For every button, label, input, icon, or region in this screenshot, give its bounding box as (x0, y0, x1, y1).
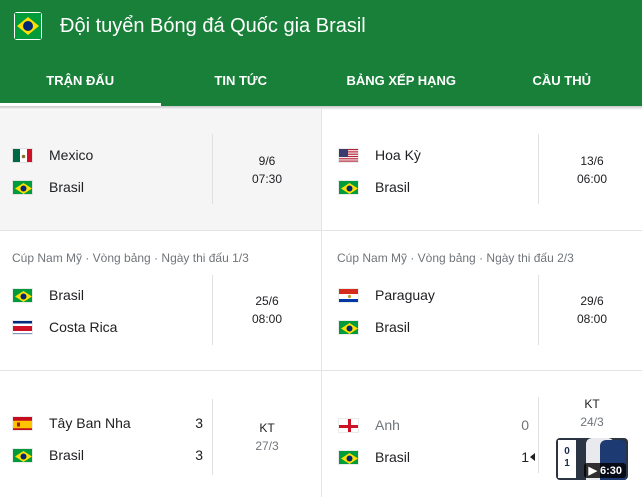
paraguay-flag-icon (338, 287, 359, 303)
team-name: Brasil (49, 287, 85, 303)
kickoff-time: 06:00 (576, 172, 608, 186)
team-name: Paraguay (375, 287, 435, 303)
match-time: 29/6 08:00 (552, 292, 632, 328)
away-team: Costa Rica (12, 316, 212, 338)
match-result: KT 24/3 (552, 395, 632, 431)
away-team: Brasil 3 (12, 444, 212, 466)
tab-news[interactable]: TIN TỨC (161, 58, 322, 106)
brazil-flag-icon (12, 179, 33, 195)
video-duration: ▶ 6:30 (584, 463, 626, 478)
brazil-flag-icon (338, 449, 359, 465)
home-team: Brasil (12, 284, 212, 306)
home-team: Mexico (12, 144, 212, 166)
mexico-flag-icon (12, 147, 33, 163)
team-score: 3 (195, 415, 203, 431)
brazil-flag-icon (12, 447, 33, 463)
column-divider (321, 108, 322, 497)
winner-arrow-icon (530, 453, 535, 461)
match-card[interactable]: Cúp Nam Mỹ · Vòng bảng · Ngày thi đấu 1/… (0, 231, 321, 370)
divider (212, 399, 213, 475)
tab-bar: TRẬN ĐẤU TIN TỨC BẢNG XẾP HẠNG CẦU THỦ (0, 58, 642, 106)
match-time: 13/6 06:00 (552, 152, 632, 188)
duration-label: 6:30 (599, 465, 622, 477)
tab-matches[interactable]: TRẬN ĐẤU (0, 58, 161, 106)
highlight-video-thumbnail[interactable]: 0 1 ▶ 6:30 (556, 438, 628, 480)
away-team: Brasil 1 (338, 446, 538, 468)
team-name: Brasil (375, 179, 411, 195)
match-card[interactable]: Cúp Nam Mỹ · Vòng bảng · Ngày thi đấu 2/… (322, 231, 642, 370)
team-score: 3 (195, 447, 203, 463)
divider (212, 275, 213, 345)
team-name: Mexico (49, 147, 94, 163)
brazil-flag-icon (338, 179, 359, 195)
team-name: Brasil (375, 319, 411, 335)
play-icon: ▶ (588, 465, 597, 477)
divider (538, 275, 539, 345)
kickoff-time: 07:30 (251, 172, 283, 186)
home-team: Hoa Kỳ (338, 144, 538, 166)
tab-standings[interactable]: BẢNG XẾP HẠNG (321, 58, 482, 106)
team-name: Brasil (49, 447, 85, 463)
match-card[interactable]: Hoa Kỳ Brasil 13/6 06:00 (322, 110, 642, 230)
kickoff-time: 08:00 (251, 312, 283, 326)
divider (538, 397, 539, 473)
scoreboard-home: 0 (564, 446, 570, 457)
match-status: KT (259, 421, 275, 435)
match-date: 13/6 (580, 154, 604, 168)
competition-label: Cúp Nam Mỹ · Vòng bảng · Ngày thi đấu 1/… (12, 251, 249, 265)
match-date: 27/3 (255, 439, 279, 453)
match-time: 9/6 07:30 (227, 152, 307, 188)
match-result: KT 27/3 (227, 419, 307, 455)
match-date: 29/6 (580, 294, 604, 308)
home-team: Paraguay (338, 284, 538, 306)
match-card[interactable]: Mexico Brasil 9/6 07:30 (0, 110, 321, 230)
home-team: Anh 0 (338, 414, 538, 436)
team-name: Costa Rica (49, 319, 118, 335)
away-team: Brasil (338, 316, 538, 338)
brazil-flag-icon (12, 287, 33, 303)
england-flag-icon (338, 417, 359, 433)
tab-players[interactable]: CẦU THỦ (482, 58, 642, 106)
match-date: 24/3 (580, 415, 604, 429)
team-score: 0 (521, 417, 529, 433)
video-scoreboard: 0 1 (558, 440, 576, 478)
away-team: Brasil (12, 176, 212, 198)
team-name: Hoa Kỳ (375, 147, 421, 163)
competition-label: Cúp Nam Mỹ · Vòng bảng · Ngày thi đấu 2/… (337, 251, 574, 265)
match-status: KT (584, 397, 600, 411)
match-date: 25/6 (255, 294, 279, 308)
spain-flag-icon (12, 415, 33, 431)
team-name: Brasil (49, 179, 85, 195)
match-card[interactable]: Tây Ban Nha 3 Brasil 3 KT 27/3 (0, 371, 321, 497)
brazil-flag-icon (14, 12, 42, 40)
page-title: Đội tuyển Bóng đá Quốc gia Brasil (60, 15, 366, 37)
match-date: 9/6 (258, 154, 276, 168)
away-team: Brasil (338, 176, 538, 198)
scoreboard-away: 1 (564, 458, 570, 469)
usa-flag-icon (338, 147, 359, 163)
team-name: Anh (375, 417, 400, 433)
team-header: Đội tuyển Bóng đá Quốc gia Brasil TRẬN Đ… (0, 0, 642, 108)
team-score: 1 (521, 449, 529, 465)
team-name: Tây Ban Nha (49, 415, 131, 431)
match-time: 25/6 08:00 (227, 292, 307, 328)
costa-rica-flag-icon (12, 319, 33, 335)
home-team: Tây Ban Nha 3 (12, 412, 212, 434)
team-name: Brasil (375, 449, 411, 465)
kickoff-time: 08:00 (576, 312, 608, 326)
divider (538, 134, 539, 204)
divider (212, 134, 213, 204)
brazil-flag-icon (338, 319, 359, 335)
